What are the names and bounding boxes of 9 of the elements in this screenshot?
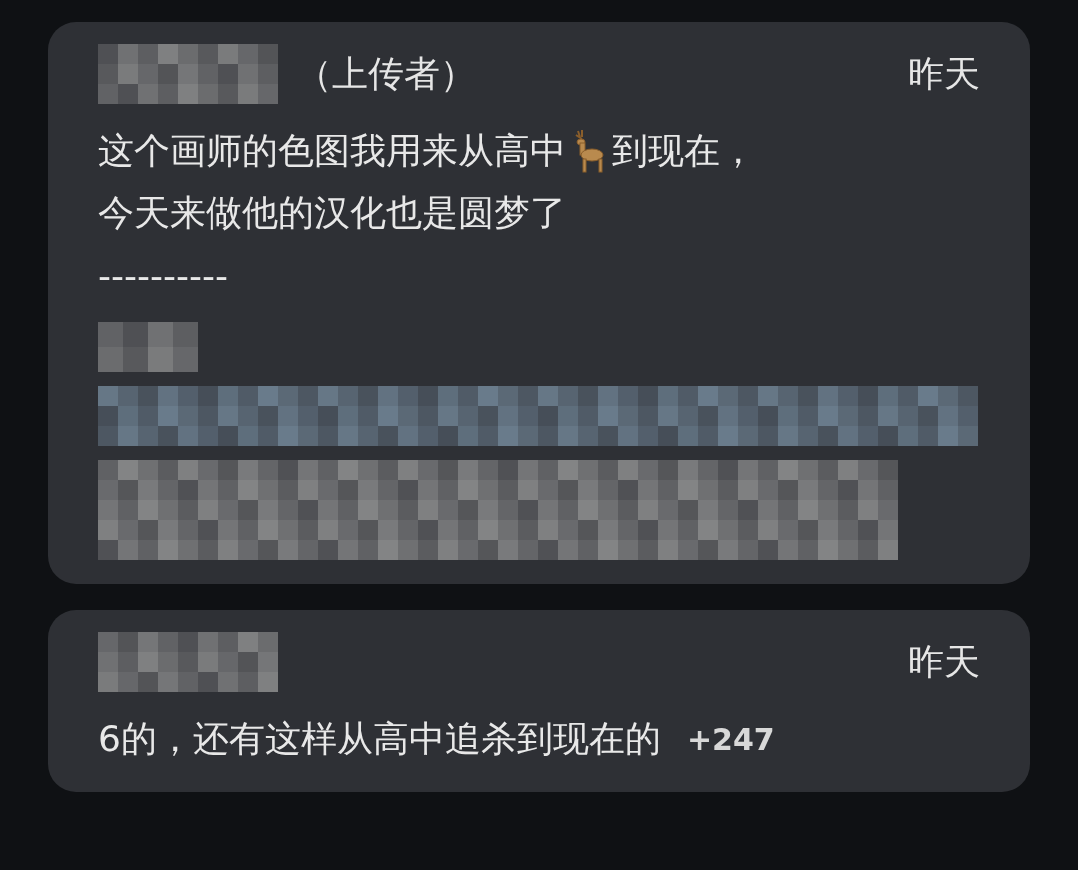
comment-text: 这个画师的色图我用来从高中 [98,128,566,173]
comment-time: 昨天 [908,639,980,684]
comment-text: 6的，还有这样从高中追杀到现在的 [98,716,661,761]
comment-text: ---------- [98,254,228,296]
comment-text: 今天来做他的汉化也是圆梦了 [98,190,566,235]
comment-text: 到现在， [612,128,756,173]
like-count[interactable]: +247 [686,721,775,757]
uploader-tag: （上传者） [296,49,476,99]
comment-time: 昨天 [908,51,980,96]
